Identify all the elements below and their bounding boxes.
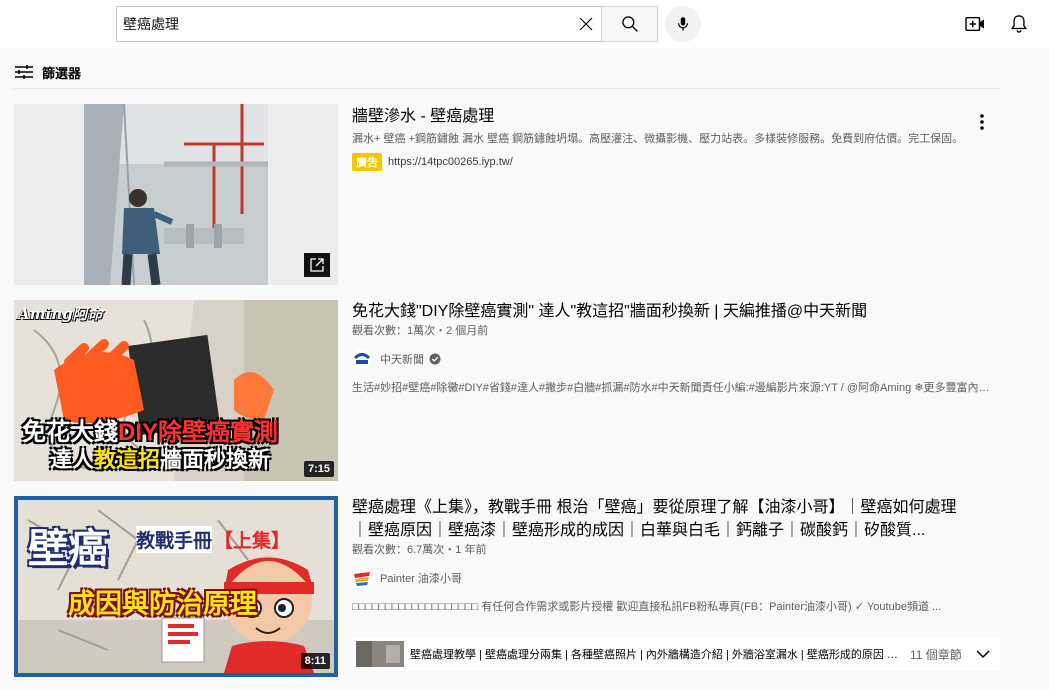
channel-link[interactable]: Painter 油漆小哥 [352, 566, 972, 590]
close-icon [579, 17, 593, 31]
chapters-bar[interactable]: 壁癌處理教學 | 壁癌處理分兩集 | 各種壁癌照片 | 內外牆構造介紹 | 外牆… [352, 637, 1000, 671]
thumbnail-text: 達人 [50, 447, 95, 472]
chapter-count: 11 個章節 [910, 647, 962, 662]
thumbnail-logo: Aming阿命 [18, 305, 103, 323]
masthead [0, 0, 1049, 48]
channel-name[interactable]: Painter 油漆小哥 [380, 570, 462, 586]
more-actions-button[interactable] [970, 110, 994, 134]
video-info: 壁癌處理《上集》，教戰手冊 根治「壁癌」要從原理了解【油漆小哥】｜壁癌如何處理｜… [352, 496, 972, 615]
notifications-button[interactable] [1005, 11, 1033, 37]
ad-info: 牆壁滲水 - 壁癌處理 漏水+ 壁癌 +鋼筋鏽蝕 漏水 壁癌 鋼筋鏽蝕坍塌。高壓… [352, 104, 972, 171]
ad-title[interactable]: 牆壁滲水 - 壁癌處理 [352, 105, 972, 128]
search-icon [621, 16, 638, 32]
filters-label: 篩選器 [42, 65, 82, 81]
video-result: 壁癌 教戰手冊 【上集】 成因與防治原理 8:11 壁癌處理《上集》，教戰手冊 … [14, 496, 1000, 677]
video-result: Aming阿命 免花大錢DIY除壁癌實測 達人教這招牆面秒換新 7:15 免花大… [14, 300, 1000, 481]
search-input[interactable] [123, 7, 563, 41]
thumbnail-headline-2: 達人教這招牆面秒換新 [50, 442, 270, 474]
chevron-down-icon [976, 650, 990, 659]
video-description: □□□□□□□□□□□□□□□□□□□ 有任何合作需求或影片授權 歡迎直接私訊F… [352, 601, 942, 613]
video-meta: 觀看次數：6.7萬次・1 年前 [352, 544, 487, 556]
video-thumbnail[interactable]: Aming阿命 免花大錢DIY除壁癌實測 達人教這招牆面秒換新 7:15 [14, 300, 338, 481]
ad-badge-row: 廣告 https://14tpc00265.iyp.tw/ [352, 153, 972, 171]
thumbnail-tag-text: 【上集】 [214, 531, 291, 552]
chapter-thumbnail [356, 641, 404, 667]
external-link-button[interactable] [304, 253, 330, 277]
video-thumbnail[interactable]: 壁癌 教戰手冊 【上集】 成因與防治原理 8:11 [14, 496, 338, 677]
ad-result: 牆壁滲水 - 壁癌處理 漏水+ 壁癌 +鋼筋鏽蝕 漏水 壁癌 鋼筋鏽蝕坍塌。高壓… [14, 104, 1000, 285]
thumbnail-bottom-text: 成因與防治原理 [68, 589, 257, 619]
external-link-icon [310, 258, 324, 272]
search-box[interactable] [116, 6, 602, 42]
more-vertical-icon [980, 114, 984, 130]
chapter-list-text: 壁癌處理教學 | 壁癌處理分兩集 | 各種壁癌照片 | 內外牆構造介紹 | 外牆… [410, 649, 898, 661]
video-meta: 觀看次數：1萬次・2 個月前 [352, 325, 489, 337]
channel-avatar[interactable] [352, 349, 372, 369]
channel-avatar[interactable] [352, 568, 372, 588]
video-duration: 7:15 [303, 461, 334, 477]
clear-search-button[interactable] [573, 11, 599, 37]
sliders-icon [15, 65, 33, 79]
video-title[interactable]: 壁癌處理《上集》，教戰手冊 根治「壁癌」要從原理了解【油漆小哥】｜壁癌如何處理｜… [352, 496, 972, 542]
video-info: 免花大錢"DIY除壁癌實測" 達人"教這招"牆面秒換新 | 天編推播@中天新聞 … [352, 300, 1000, 396]
ad-thumbnail[interactable] [14, 104, 338, 285]
channel-link[interactable]: 中天新聞 [352, 347, 972, 371]
video-title[interactable]: 免花大錢"DIY除壁癌實測" 達人"教這招"牆面秒換新 | 天編推播@中天新聞 [352, 300, 972, 323]
thumbnail-text-accent: 教這招 [94, 447, 161, 472]
bell-icon [1010, 15, 1028, 33]
video-add-icon [965, 16, 984, 32]
thumbnail-text: 牆面秒換新 [160, 447, 271, 472]
channel-name[interactable]: 中天新聞 [380, 351, 424, 367]
ad-url[interactable]: https://14tpc00265.iyp.tw/ [388, 156, 513, 168]
verified-badge-icon [429, 353, 441, 365]
expand-chapters-button[interactable] [976, 649, 990, 659]
video-description: 生活#妙招#壁癌#除黴#DIY#省錢#達人#撇步#白牆#抓漏#防水#中天新聞責任… [352, 382, 1000, 394]
filter-divider [14, 88, 1000, 89]
microphone-icon [677, 17, 689, 31]
voice-search-button[interactable] [665, 6, 701, 42]
video-duration: 8:11 [300, 653, 330, 669]
thumbnail-big-text: 壁癌 [28, 527, 108, 571]
thumbnail-sub-text: 教戰手冊 [136, 526, 213, 553]
ad-description: 漏水+ 壁癌 +鋼筋鏽蝕 漏水 壁癌 鋼筋鏽蝕坍塌。高壓灌注、微攝影機、壓力站表… [352, 133, 964, 145]
search-button[interactable] [601, 6, 658, 42]
filters-button[interactable]: 篩選器 [14, 58, 81, 86]
ad-badge: 廣告 [352, 153, 382, 171]
create-button[interactable] [961, 11, 989, 37]
